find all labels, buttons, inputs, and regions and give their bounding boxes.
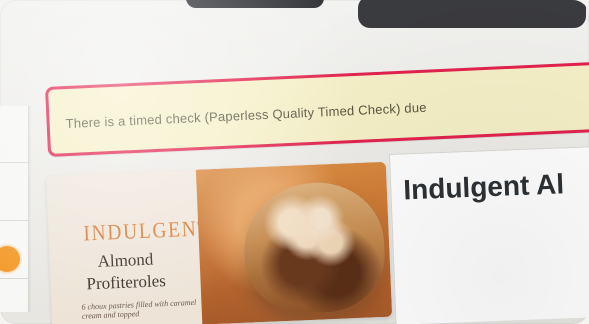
timed-check-alert[interactable]: There is a timed check (Paperless Qualit… [45, 61, 589, 157]
top-toolbar-right [358, 0, 586, 28]
product-name-line2: Profiteroles [86, 271, 167, 294]
left-panel [0, 106, 29, 312]
product-name-line1: Almond [97, 249, 154, 271]
left-panel-item[interactable] [0, 164, 28, 221]
product-image-card: INDULGENT Almond Profiteroles 6 choux pa… [46, 161, 393, 324]
screen: There is a timed check (Paperless Qualit… [0, 0, 589, 324]
product-title: Indulgent Al [402, 168, 565, 206]
alert-message: There is a timed check (Paperless Qualit… [65, 99, 427, 132]
top-toolbar-left [186, 0, 324, 8]
product-title-panel: Indulgent Al [389, 145, 589, 324]
left-panel-item[interactable] [0, 106, 28, 163]
product-brand: INDULGENT [82, 215, 212, 246]
